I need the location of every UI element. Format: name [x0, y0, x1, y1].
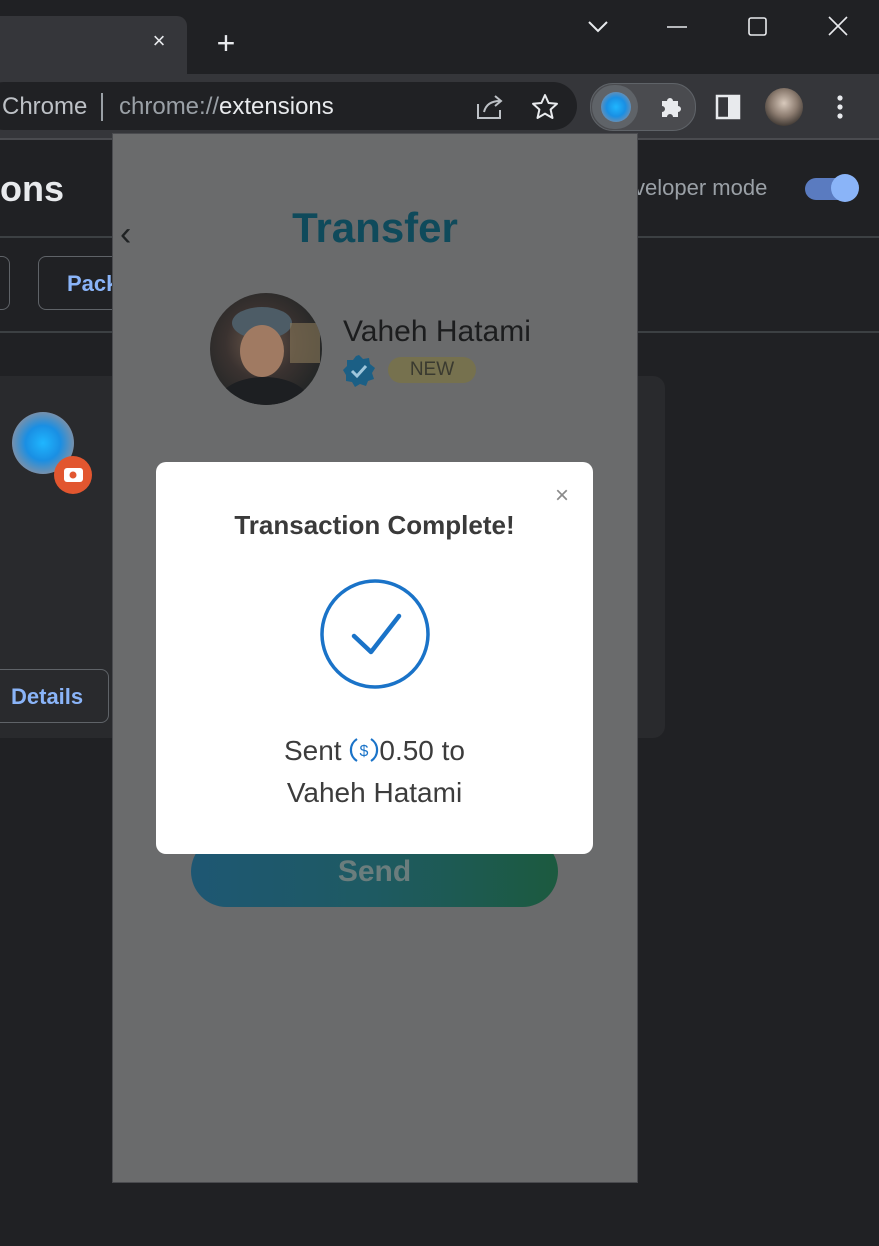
tab-close-icon[interactable]: × — [148, 30, 170, 52]
site-chip[interactable]: Chrome — [2, 93, 87, 121]
profile-avatar[interactable] — [765, 88, 803, 126]
star-icon[interactable] — [530, 92, 560, 122]
minimize-icon[interactable] — [662, 14, 692, 40]
load-unpacked-button[interactable] — [0, 256, 10, 310]
verified-icon — [343, 355, 375, 387]
page-title: ons — [0, 168, 65, 209]
new-tab-button[interactable]: + — [212, 27, 240, 59]
extension-card-badge — [54, 456, 92, 494]
url-scheme: chrome:// — [119, 93, 220, 120]
share-icon[interactable] — [474, 92, 506, 122]
new-badge: NEW — [388, 357, 476, 383]
modal-message: Sent $ 0.50 to Vaheh Hatami — [156, 730, 593, 814]
toggle-knob[interactable] — [831, 174, 859, 202]
sent-prefix: Sent — [283, 735, 342, 766]
url-path: extensions — [219, 93, 334, 120]
address-separator — [101, 93, 103, 121]
developer-mode-label: veloper mode — [634, 175, 768, 200]
tab-search-chevron-down-icon[interactable] — [583, 14, 613, 40]
camera-icon — [64, 468, 83, 482]
extension-orb-icon[interactable] — [601, 92, 631, 122]
sent-amount: 0.50 — [379, 735, 434, 766]
check-circle-icon — [320, 579, 430, 689]
coin-icon: $ — [350, 738, 379, 762]
modal-close-icon[interactable]: × — [550, 484, 574, 508]
modal-title: Transaction Complete! — [234, 510, 515, 540]
address-url[interactable]: chrome://extensions — [119, 93, 334, 121]
popup-title: Transfer — [292, 204, 458, 251]
recipient-avatar — [210, 293, 322, 405]
puzzle-icon[interactable] — [656, 91, 688, 123]
maximize-icon[interactable] — [742, 14, 772, 40]
sent-recipient: Vaheh Hatami — [286, 777, 463, 808]
recipient-name: Vaheh Hatami — [343, 315, 531, 348]
recipient-photo-graphic — [218, 307, 320, 405]
side-panel-icon[interactable] — [714, 93, 742, 121]
more-vert-icon[interactable] — [830, 92, 850, 122]
window-close-icon[interactable] — [823, 14, 853, 40]
details-button[interactable]: Details — [0, 669, 109, 723]
sent-suffix: to — [441, 735, 466, 766]
svg-text:$: $ — [360, 743, 369, 760]
